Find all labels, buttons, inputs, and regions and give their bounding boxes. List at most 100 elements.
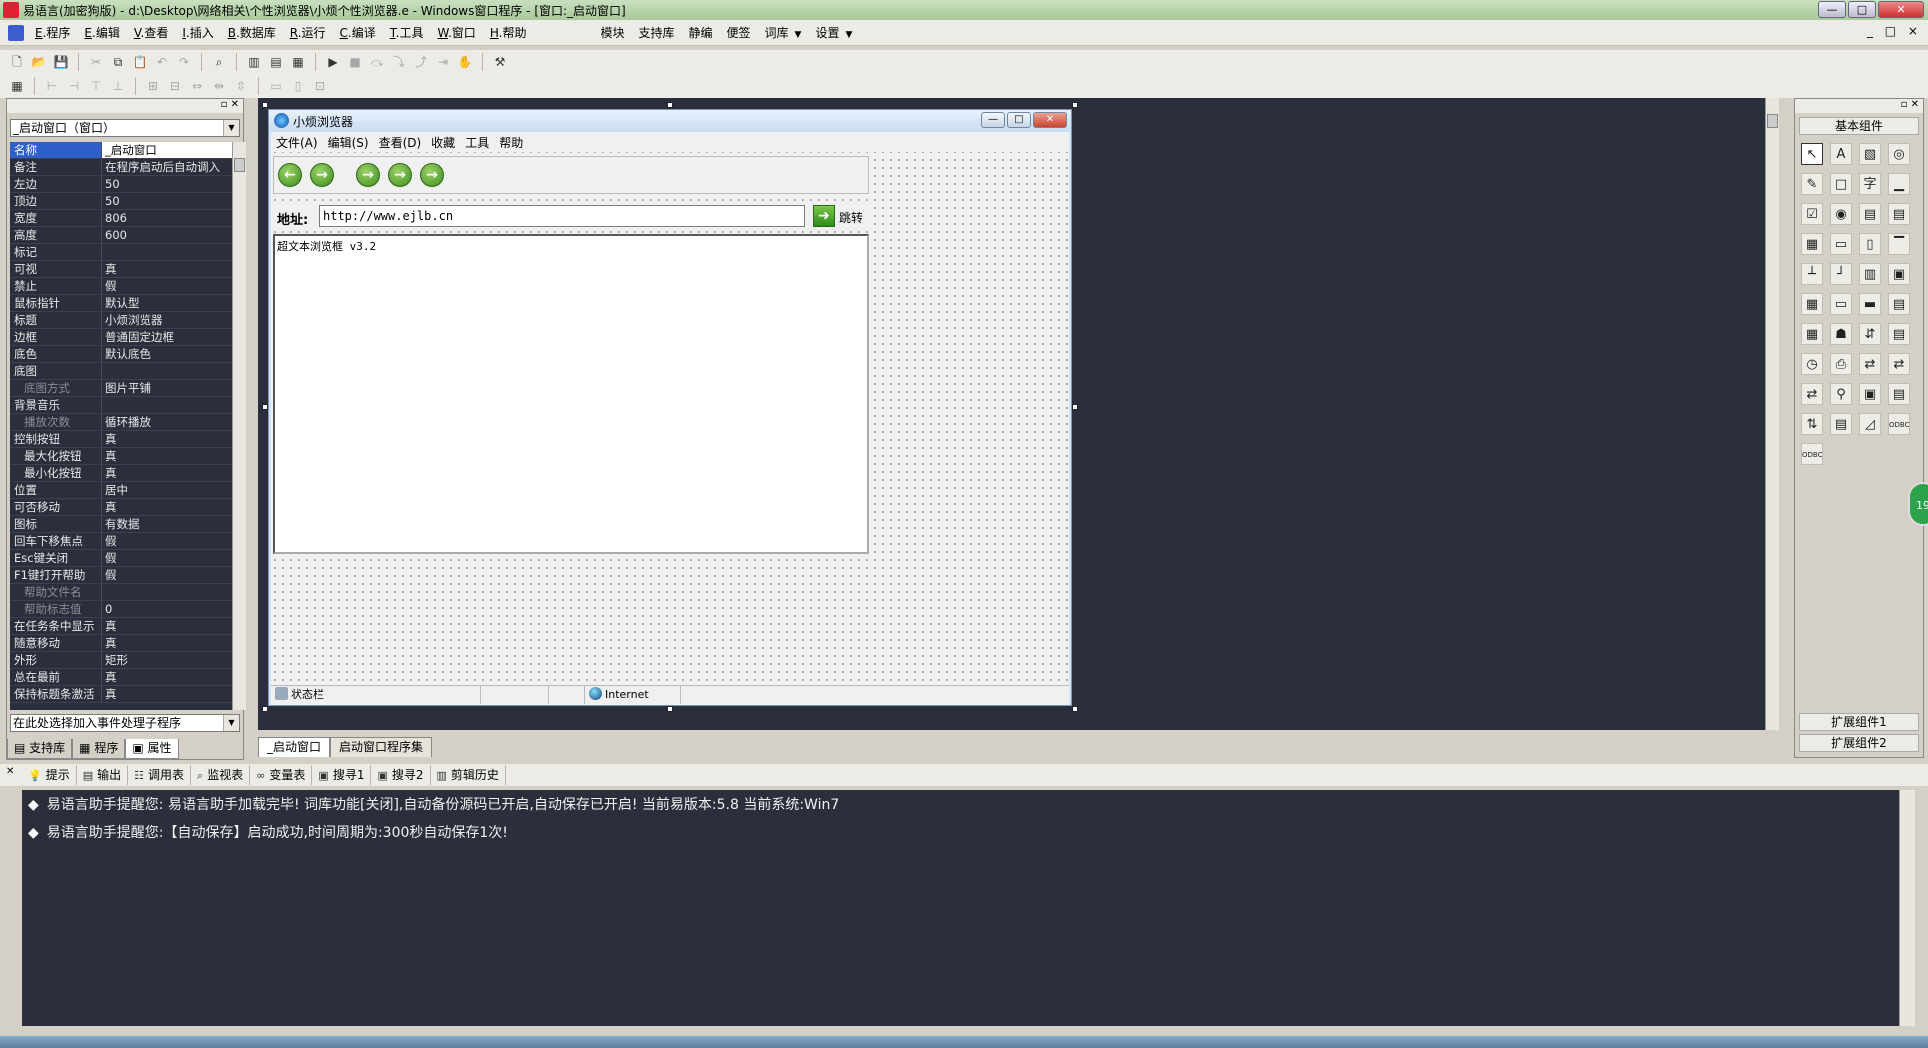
property-row[interactable]: 高度 600 [10,227,232,244]
component-icon[interactable]: A [1830,143,1852,165]
component-icon[interactable]: ▥ [1859,263,1881,285]
tab-support-lib[interactable]: ▤ 支持库 [7,739,73,759]
component-icon[interactable]: ┘ [1830,263,1852,285]
property-value[interactable]: 真 [102,448,232,464]
designed-window[interactable]: 小烦浏览器 — □ ✕ 文件(A) 编辑(S) 查看(D) 收藏 工具 帮助 ←… [268,109,1072,706]
property-row[interactable]: 回车下移焦点假 [10,533,232,550]
save-icon[interactable]: 💾 [52,53,70,71]
component-icon[interactable]: □ [1830,173,1852,195]
menu-insert[interactable]: I.插入 [175,24,220,41]
property-value[interactable]: 小烦浏览器 [102,312,232,328]
property-value[interactable]: 有数据 [102,516,232,532]
component-icon[interactable]: ◷ [1801,353,1823,375]
cut-icon[interactable]: ✂ [87,53,105,71]
design-scrollbar[interactable] [1765,98,1779,730]
open-folder-icon[interactable]: 📂 [30,53,48,71]
component-icon[interactable]: ▔ [1888,233,1910,255]
property-value[interactable]: 真 [102,618,232,634]
property-value[interactable]: 真 [102,431,232,447]
home-arrow-icon[interactable]: → [420,163,444,187]
property-value[interactable]: 50 [102,193,232,209]
extended-components-2-tab[interactable]: 扩展组件2 [1799,734,1919,752]
menu-database[interactable]: B.数据库 [221,24,283,41]
component-icon[interactable]: ⇄ [1801,383,1823,405]
property-row[interactable]: 总在最前真 [10,669,232,686]
copy-icon[interactable]: ⧉ [109,53,127,71]
property-value[interactable]: 真 [102,499,232,515]
property-row[interactable]: 最小化按钮真 [10,465,232,482]
resize-handle[interactable] [1072,404,1078,410]
property-row[interactable]: 随意移动真 [10,635,232,652]
step-icon[interactable]: ⤼ [368,53,386,71]
run-icon[interactable]: ▶ [324,53,342,71]
property-value[interactable]: 0 [102,601,232,617]
component-icon[interactable]: ODBC [1888,413,1910,435]
component-icon[interactable]: ▤ [1859,203,1881,225]
property-value[interactable]: _启动窗口 [102,142,232,158]
component-icon[interactable]: ▭ [1830,233,1852,255]
align-top-icon[interactable]: ⊤ [87,77,105,95]
go-arrow-icon[interactable]: ➜ [813,205,835,227]
component-icon[interactable]: ┴ [1801,263,1823,285]
menu-window[interactable]: W.窗口 [430,24,482,41]
property-value[interactable]: 假 [102,550,232,566]
property-value[interactable]: 假 [102,533,232,549]
side-float-badge[interactable]: 19 [1908,482,1928,526]
property-row[interactable]: 宽度 806 [10,210,232,227]
step-into-icon[interactable]: ⤵ [390,53,408,71]
property-value[interactable]: 真 [102,669,232,685]
tool-icon[interactable]: ⚒ [491,53,509,71]
paste-icon[interactable]: 📋 [131,53,149,71]
tab-call-stack[interactable]: ☷ 调用表 [128,765,192,785]
property-row[interactable]: 可视真 [10,261,232,278]
designed-menu-file[interactable]: 文件(A) [271,134,323,151]
resize-handle[interactable] [262,102,268,108]
tab-variables[interactable]: ∞ 变量表 [250,765,313,785]
property-row[interactable]: 可否移动真 [10,499,232,516]
menu-support-lib[interactable]: 支持库 [631,24,681,41]
property-row[interactable]: 外形 矩形 [10,652,232,669]
property-row[interactable]: 名称 _启动窗口 [10,142,232,159]
component-icon[interactable]: ▬ [1859,293,1881,315]
property-row[interactable]: 边框 普通固定边框 [10,329,232,346]
component-icon[interactable]: ⇅ [1801,413,1823,435]
pointer-tool-icon[interactable]: ↖ [1801,143,1823,165]
component-icon[interactable]: ⇄ [1888,353,1910,375]
component-icon[interactable]: ▣ [1859,383,1881,405]
align-bottom-icon[interactable]: ⊥ [109,77,127,95]
property-row[interactable]: 标记 [10,244,232,261]
resize-handle[interactable] [1072,102,1078,108]
menu-edit[interactable]: E.编辑 [77,24,126,41]
menu-program[interactable]: E.程序 [28,24,77,41]
property-value[interactable]: 806 [102,210,232,226]
tab-hint[interactable]: 💡 提示 [22,765,77,785]
property-value[interactable]: 真 [102,686,232,702]
property-row[interactable]: 播放次数 循环播放 [10,414,232,431]
component-icon[interactable]: ▣ [1888,263,1910,285]
tab-startup-window-program-set[interactable]: 启动窗口程序集 [330,737,433,757]
menu-view[interactable]: V.查看 [127,24,176,41]
property-scrollbar[interactable] [232,142,246,710]
menu-word-lib[interactable]: 词库 ▼ [758,24,809,41]
property-value[interactable]: 默认型 [102,295,232,311]
output-scrollbar[interactable] [1899,790,1915,1026]
property-value[interactable]: 居中 [102,482,232,498]
tab-output[interactable]: ▤ 输出 [77,765,129,785]
component-icon[interactable]: ▦ [1801,323,1823,345]
component-icon[interactable]: ▤ [1888,293,1910,315]
browser-frame[interactable]: 超文本浏览框 v3.2 [273,234,869,554]
redo-icon[interactable]: ↷ [175,53,193,71]
component-icon[interactable]: ◉ [1830,203,1852,225]
component-icon[interactable]: 字 [1859,173,1881,195]
property-row[interactable]: 最大化按钮真 [10,448,232,465]
property-row[interactable]: 背景音乐 [10,397,232,414]
component-icon[interactable]: ▤ [1888,323,1910,345]
property-row[interactable]: 控制按钮真 [10,431,232,448]
property-value[interactable]: 50 [102,176,232,192]
property-row[interactable]: 标题 小烦浏览器 [10,312,232,329]
component-icon[interactable]: ▦ [1801,293,1823,315]
close-icon[interactable]: ✕ [6,766,14,777]
component-icon[interactable]: ODBC [1801,443,1823,465]
property-value[interactable] [102,584,232,600]
property-row[interactable]: F1键打开帮助假 [10,567,232,584]
